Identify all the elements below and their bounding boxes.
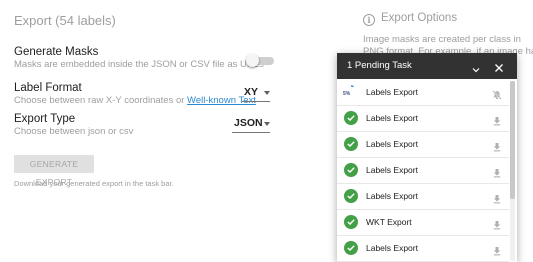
- task-list-scrollbar[interactable]: [510, 81, 515, 261]
- task-name: Labels Export: [366, 87, 418, 97]
- task-item: Labels Export: [337, 235, 509, 262]
- task-name: Labels Export: [366, 191, 418, 201]
- tasks-panel: 1 Pending Task 5% Labels Export Labels E…: [337, 53, 517, 262]
- tasks-panel-title: 1 Pending Task: [347, 60, 412, 71]
- task-progress-label: 5%: [343, 91, 351, 97]
- label-format-label: Label Format: [14, 82, 82, 94]
- generate-masks-label: Generate Masks: [14, 46, 99, 58]
- task-name: Labels Export: [366, 243, 418, 253]
- label-format-description: Choose between raw X-Y coordinates or We…: [14, 95, 274, 106]
- progress-spinner: 5%: [343, 85, 358, 99]
- check-circle-icon: [344, 189, 358, 203]
- task-item: Labels Export: [337, 183, 509, 210]
- task-item: Labels Export: [337, 105, 509, 132]
- download-icon[interactable]: [492, 139, 502, 152]
- check-circle-icon: [344, 137, 358, 151]
- label-format-row: Label Format Choose between raw X-Y coor…: [14, 82, 274, 106]
- export-type-select[interactable]: JSON: [232, 114, 270, 133]
- check-circle-icon: [344, 111, 358, 125]
- task-item: Labels Export: [337, 157, 509, 184]
- download-icon[interactable]: [492, 243, 502, 256]
- task-item: Labels Export: [337, 131, 509, 158]
- label-format-description-text: Choose between raw X-Y coordinates or: [14, 95, 188, 106]
- export-type-value: JSON: [234, 117, 263, 129]
- task-item: WKT Export: [337, 209, 509, 236]
- tasks-panel-header: 1 Pending Task: [337, 53, 517, 79]
- scrollbar-thumb[interactable]: [510, 81, 515, 199]
- check-circle-icon: [344, 163, 358, 177]
- label-format-select[interactable]: XY: [242, 83, 270, 102]
- download-icon[interactable]: [492, 113, 502, 126]
- download-icon[interactable]: [492, 165, 502, 178]
- check-circle-icon: [344, 215, 358, 229]
- notifications-off-icon[interactable]: [492, 87, 502, 100]
- dropdown-caret-icon: [264, 122, 270, 126]
- generate-masks-row: Generate Masks Masks are embedded inside…: [14, 46, 274, 70]
- generate-masks-toggle[interactable]: [246, 53, 276, 67]
- export-options-line: Image masks are created per class in: [363, 34, 521, 45]
- info-icon: i: [363, 14, 375, 26]
- chevron-down-icon[interactable]: [472, 61, 480, 73]
- generate-export-button[interactable]: GENERATE EXPORT: [14, 155, 94, 187]
- generate-masks-description: Masks are embedded inside the JSON or CS…: [14, 59, 264, 70]
- download-icon[interactable]: [492, 217, 502, 230]
- export-form: Export (54 labels) Generate Masks Masks …: [14, 0, 314, 262]
- dropdown-caret-icon: [264, 91, 270, 95]
- label-format-value: XY: [244, 86, 259, 98]
- task-item: 5% Labels Export: [337, 79, 509, 106]
- task-name: Labels Export: [366, 113, 418, 123]
- task-name: Labels Export: [366, 165, 418, 175]
- task-name: WKT Export: [366, 217, 412, 227]
- close-icon[interactable]: [494, 60, 504, 72]
- export-options-title: Export Options: [381, 12, 458, 24]
- task-name: Labels Export: [366, 139, 418, 149]
- check-circle-icon: [344, 241, 358, 255]
- toggle-thumb: [246, 54, 259, 67]
- export-hint: Download your generated export in the ta…: [14, 179, 174, 188]
- download-icon[interactable]: [492, 191, 502, 204]
- page-title: Export (54 labels): [14, 13, 116, 28]
